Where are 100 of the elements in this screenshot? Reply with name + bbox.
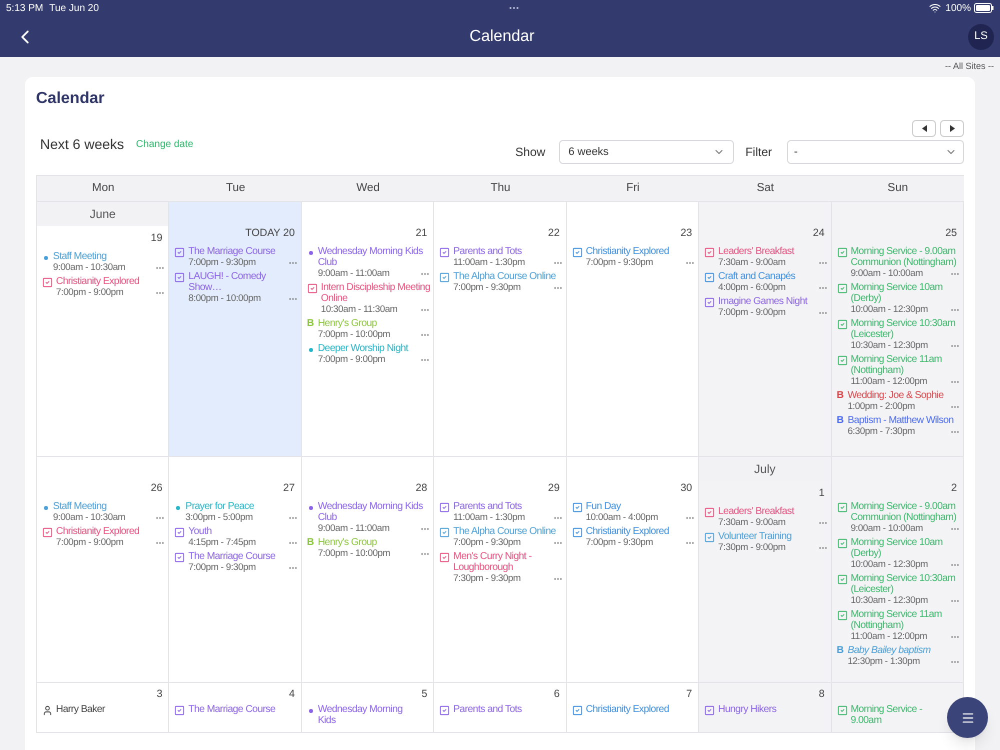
event-title[interactable]: Morning Service - 9.00am bbox=[850, 704, 941, 726]
day-cell[interactable]: 6 Parents and Tots bbox=[434, 683, 567, 733]
weekday-header: Fri bbox=[626, 180, 640, 196]
event-title[interactable]: The Alpha Course Online bbox=[453, 526, 563, 537]
event-title[interactable]: Parents and Tots bbox=[453, 704, 544, 715]
event-title[interactable]: Morning Service 10:30am (Leicester) bbox=[850, 318, 960, 340]
change-date-link[interactable]: Change date bbox=[136, 136, 194, 152]
day-cell[interactable] bbox=[832, 457, 964, 683]
event-title[interactable]: Morning Service 11am (Nottingham) bbox=[850, 609, 960, 631]
filter-label: Filter bbox=[745, 144, 772, 161]
event-time: 7:30pm - 9:30pm bbox=[453, 573, 521, 584]
event-title[interactable]: The Alpha Course Online bbox=[453, 271, 563, 282]
day-cell[interactable]: TODAY 20 The Marriage Course 7:00pm - 9:30pm LAUGH! - Comedy Show… 8:00pm - 10:00pm bbox=[169, 202, 302, 457]
battery-icon bbox=[974, 3, 994, 13]
event-title[interactable]: Fun Day bbox=[586, 501, 696, 512]
day-cell[interactable]: 28 Wednesday Morning Kids Club 9:00am - 11:00am B Henry's Group 7:00pm - 10:00pm bbox=[302, 457, 434, 683]
booking-letter: B bbox=[836, 645, 845, 656]
day-cell[interactable]: 5 Wednesday Morning Kids bbox=[302, 683, 434, 733]
day-cell[interactable]: 7 Christianity Explored bbox=[566, 683, 700, 733]
event-title[interactable]: LAUGH! - Comedy Show… bbox=[188, 271, 298, 293]
day-cell[interactable]: 23 Christianity Explored 7:00pm - 9:30pm bbox=[566, 202, 700, 457]
event-title[interactable]: Christianity Explored bbox=[56, 526, 166, 537]
date-number: 3 bbox=[156, 687, 162, 701]
event-time: 7:00pm - 9:00pm bbox=[718, 307, 786, 318]
event-title[interactable]: Prayer for Peace bbox=[185, 501, 298, 512]
event-title[interactable]: Craft and Canapés bbox=[718, 271, 828, 282]
event-title[interactable]: Wednesday Morning Kids bbox=[318, 704, 412, 726]
event-title[interactable]: Harry Baker bbox=[56, 704, 146, 715]
event-title[interactable]: Morning Service 10am (Derby) bbox=[850, 282, 960, 304]
event-time: 10:00am - 12:30pm bbox=[850, 304, 928, 315]
event-time: 7:00pm - 9:30pm bbox=[453, 537, 521, 548]
day-cell[interactable]: 21 Wednesday Morning Kids Club 9:00am - 11:00am Intern Discipleship Meeting Online 10:30am - 11:30am B Henry's Group 7:00pm - 10:00pm Deeper Worship Night 7:00pm - 9:00pm bbox=[302, 202, 434, 457]
window-title: Calendar bbox=[470, 26, 534, 46]
weekday-header: Tue bbox=[226, 180, 246, 196]
event-title[interactable]: Leaders' Breakfast bbox=[718, 246, 828, 257]
date-number: 23 bbox=[680, 226, 692, 240]
day-cell[interactable]: June 19 Staff Meeting 9:00am - 10:30am Christianity Explored 7:00pm - 9:00pm bbox=[37, 202, 170, 457]
event-title[interactable]: Imagine Games Night bbox=[718, 296, 828, 307]
day-cell[interactable]: 22 Parents and Tots 11:00am - 1:30pm The Alpha Course Online 7:00pm - 9:30pm bbox=[434, 202, 567, 457]
event-title[interactable]: Morning Service 10:30am (Leicester) bbox=[850, 573, 960, 595]
day-cell[interactable]: 4 The Marriage Course bbox=[169, 683, 302, 733]
event-title[interactable]: Morning Service 10am (Derby) bbox=[850, 537, 960, 559]
day-cell[interactable]: 8 Hungry Hikers bbox=[699, 683, 832, 733]
day-cell[interactable]: Morning Service - 9.00am bbox=[832, 683, 964, 733]
event-time: 11:00am - 1:30pm bbox=[453, 257, 525, 268]
event-title[interactable]: Staff Meeting bbox=[53, 501, 166, 512]
date-number: 2 bbox=[951, 481, 957, 495]
event-time: 12:30pm - 1:30pm bbox=[848, 656, 920, 667]
event-title[interactable]: Baptism - Matthew Wilson bbox=[848, 415, 960, 426]
site-selector[interactable]: -- All Sites -- bbox=[944, 60, 994, 74]
day-cell[interactable]: July 1 Leaders' Breakfast 7:30am - 9:00am Volunteer Training 7:30pm - 9:00pm bbox=[699, 457, 832, 683]
next-button[interactable] bbox=[940, 120, 964, 137]
date-number: 8 bbox=[818, 687, 825, 701]
show-dropdown[interactable]: 6 weeks bbox=[559, 140, 734, 164]
event-title[interactable]: Henry's Group bbox=[318, 537, 430, 548]
event-title[interactable]: Henry's Group bbox=[318, 318, 430, 329]
day-cell[interactable]: 27 Prayer for Peace 3:00pm - 5:00pm Youth 4:15pm - 7:45pm The Marriage Course 7:00pm - 9:30pm bbox=[169, 457, 302, 683]
day-cell[interactable]: 26 Staff Meeting 9:00am - 10:30am Christianity Explored 7:00pm - 9:00pm bbox=[37, 457, 170, 683]
event-title[interactable]: Hungry Hikers bbox=[718, 704, 809, 715]
event-title[interactable]: Deeper Worship Night bbox=[318, 343, 430, 354]
event-time: 1:00pm - 2:00pm bbox=[848, 401, 915, 412]
event-title[interactable]: Christianity Explored bbox=[586, 704, 676, 715]
user-avatar[interactable]: LS bbox=[968, 24, 994, 50]
event-title[interactable]: Staff Meeting bbox=[53, 251, 166, 262]
filter-dropdown[interactable]: - bbox=[787, 140, 964, 164]
weekday-header: Thu bbox=[490, 180, 510, 196]
status-date: Tue Jun 20 bbox=[49, 2, 99, 16]
day-cell[interactable]: 3 Harry Baker bbox=[37, 683, 170, 733]
event-title[interactable]: Men's Curry Night - Loughborough bbox=[453, 551, 563, 573]
event-title[interactable]: Parents and Tots bbox=[453, 246, 563, 257]
event-title[interactable]: Morning Service - 9.00am Communion (Nottingham) bbox=[850, 501, 960, 523]
date-number: 4 bbox=[289, 687, 295, 701]
event-title[interactable]: The Marriage Course bbox=[188, 246, 298, 257]
event-title[interactable]: The Marriage Course bbox=[188, 704, 279, 715]
event-time: 11:00am - 1:30pm bbox=[453, 512, 525, 523]
event-title[interactable]: Volunteer Training bbox=[718, 531, 828, 542]
event-title[interactable]: Baby Bailey baptism bbox=[848, 645, 960, 656]
event-title[interactable]: Christianity Explored bbox=[56, 276, 166, 287]
event-title[interactable]: Intern Discipleship Meeting Online bbox=[320, 282, 430, 304]
day-cell[interactable]: 29 Parents and Tots 11:00am - 1:30pm The Alpha Course Online 7:00pm - 9:30pm Men's Curry Night - Loughborough 7:30pm - 9:30pm bbox=[434, 457, 567, 683]
event-time: 9:00am - 10:00am bbox=[850, 523, 923, 534]
event-title[interactable]: Parents and Tots bbox=[453, 501, 563, 512]
event-title[interactable]: Wednesday Morning Kids Club bbox=[318, 246, 430, 268]
event-title[interactable]: Morning Service 11am (Nottingham) bbox=[850, 354, 960, 376]
event-title[interactable]: Christianity Explored bbox=[586, 526, 696, 537]
day-cell[interactable]: 30 Fun Day 10:00am - 4:00pm Christianity Explored 7:00pm - 9:30pm bbox=[566, 457, 700, 683]
event-title[interactable]: Morning Service - 9.00am Communion (Nottingham) bbox=[850, 246, 960, 268]
event-title[interactable]: Christianity Explored bbox=[586, 246, 696, 257]
day-cell[interactable] bbox=[832, 202, 964, 457]
event-title[interactable]: Wednesday Morning Kids Club bbox=[318, 501, 430, 523]
weekday-header: Wed bbox=[356, 180, 380, 196]
event-title[interactable]: Leaders' Breakfast bbox=[718, 506, 828, 517]
event-title[interactable]: Wedding: Joe & Sophie bbox=[848, 390, 960, 401]
booking-letter: B bbox=[836, 390, 845, 401]
previous-button[interactable] bbox=[912, 120, 936, 137]
date-number: 19 bbox=[150, 231, 162, 245]
event-title[interactable]: The Marriage Course bbox=[188, 551, 298, 562]
month-label: June bbox=[90, 206, 116, 223]
event-title[interactable]: Youth bbox=[188, 526, 298, 537]
day-cell[interactable]: 24 Leaders' Breakfast 7:30am - 9:00am Craft and Canapés 4:00pm - 6:00pm Imagine Games Night 7:00pm - 9:00pm bbox=[699, 202, 832, 457]
